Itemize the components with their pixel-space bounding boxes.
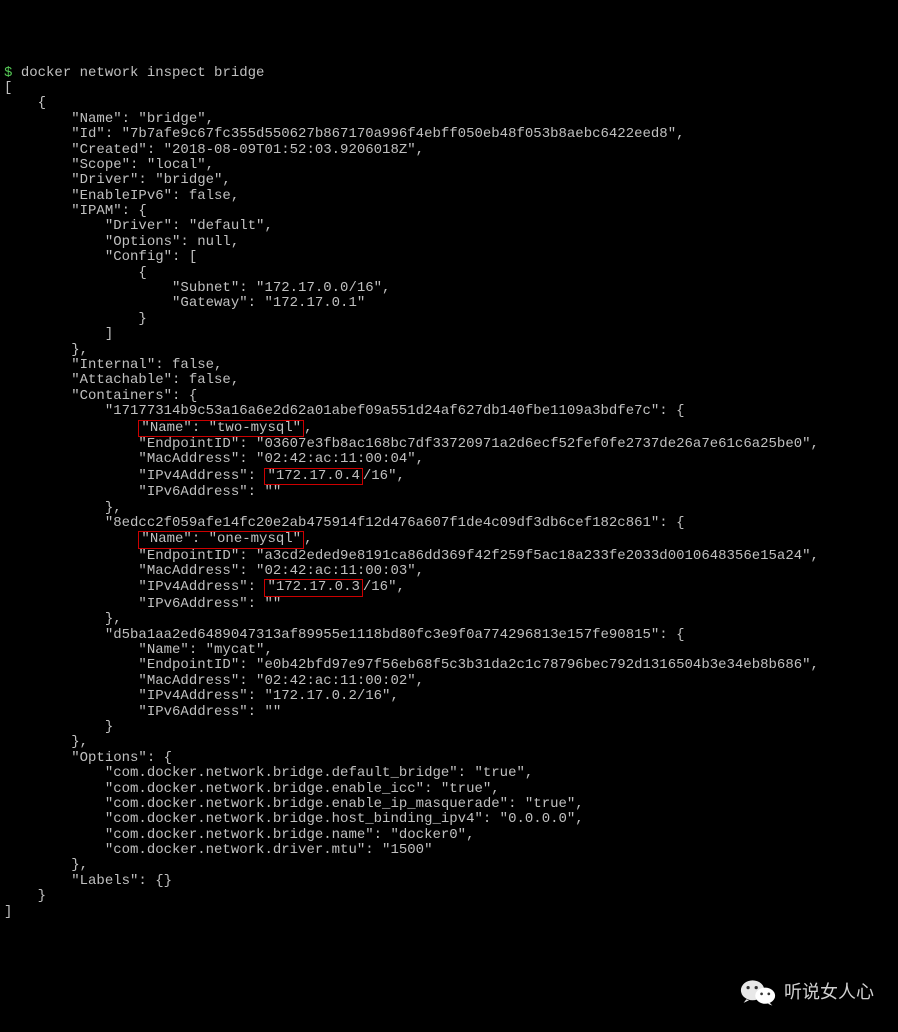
- highlight-two-mysql-name: "Name": "two-mysql": [138, 420, 304, 437]
- terminal-output: $ docker network inspect bridge [ { "Nam…: [4, 66, 894, 920]
- watermark-text: 听说女人心: [784, 983, 874, 1003]
- json-line: "Id": "7b7afe9c67fc355d550627b867170a996…: [4, 126, 685, 142]
- json-line: },: [4, 500, 122, 516]
- json-line: "EndpointID": "e0b42bfd97e97f56eb68f5c3b…: [4, 657, 819, 673]
- json-line: },: [4, 342, 88, 358]
- json-line: "Name": "bridge",: [4, 111, 214, 127]
- json-line: "EndpointID": "a3cd2eded9e8191ca86dd369f…: [4, 548, 819, 564]
- json-line: "IPAM": {: [4, 203, 147, 219]
- json-line: /16",: [363, 468, 405, 484]
- json-line: "IPv4Address":: [4, 579, 264, 595]
- json-line: "Gateway": "172.17.0.1": [4, 295, 365, 311]
- json-line: "com.docker.network.bridge.name": "docke…: [4, 827, 474, 843]
- json-line: "8edcc2f059afe14fc20e2ab475914f12d476a60…: [4, 515, 685, 531]
- json-line: {: [4, 265, 147, 281]
- json-line: "EnableIPv6": false,: [4, 188, 239, 204]
- json-line: "Subnet": "172.17.0.0/16",: [4, 280, 390, 296]
- json-line: }: [4, 719, 113, 735]
- json-line: "Driver": "bridge",: [4, 172, 231, 188]
- highlight-one-mysql-ip: "172.17.0.3: [264, 579, 362, 596]
- json-line: "Name": "mycat",: [4, 642, 273, 658]
- json-line: "MacAddress": "02:42:ac:11:00:02",: [4, 673, 424, 689]
- json-line: "d5ba1aa2ed6489047313af89955e1118bd80fc3…: [4, 627, 685, 643]
- highlight-one-mysql-name: "Name": "one-mysql": [138, 531, 304, 548]
- json-line: },: [4, 734, 88, 750]
- json-line: "Scope": "local",: [4, 157, 214, 173]
- json-line: "Internal": false,: [4, 357, 222, 373]
- json-line: "Driver": "default",: [4, 218, 273, 234]
- wechat-icon: [740, 978, 776, 1008]
- command-text: docker network inspect bridge: [21, 65, 265, 81]
- json-line: ]: [4, 904, 12, 920]
- json-line: },: [4, 611, 122, 627]
- json-line: /16",: [363, 579, 405, 595]
- json-line: }: [4, 311, 147, 327]
- json-line: ,: [304, 531, 312, 547]
- json-line: {: [4, 95, 46, 111]
- json-line: "Created": "2018-08-09T01:52:03.9206018Z…: [4, 142, 424, 158]
- json-line: "Labels": {}: [4, 873, 172, 889]
- json-line: "Attachable": false,: [4, 372, 239, 388]
- json-line: }: [4, 888, 46, 904]
- json-line: "com.docker.network.bridge.host_binding_…: [4, 811, 584, 827]
- json-line: "IPv6Address": "": [4, 704, 281, 720]
- json-line: "EndpointID": "03607e3fb8ac168bc7df33720…: [4, 436, 819, 452]
- json-line: "IPv4Address":: [4, 468, 264, 484]
- json-line: [: [4, 80, 12, 96]
- json-line: [4, 531, 138, 547]
- json-line: ]: [4, 326, 113, 342]
- json-line: "Containers": {: [4, 388, 197, 404]
- json-line: "com.docker.network.driver.mtu": "1500": [4, 842, 432, 858]
- json-line: "MacAddress": "02:42:ac:11:00:03",: [4, 563, 424, 579]
- json-line: "Options": null,: [4, 234, 239, 250]
- json-line: "IPv6Address": "": [4, 596, 281, 612]
- highlight-two-mysql-ip: "172.17.0.4: [264, 468, 362, 485]
- json-line: "MacAddress": "02:42:ac:11:00:04",: [4, 451, 424, 467]
- watermark: 听说女人心: [740, 978, 874, 1008]
- json-line: [4, 420, 138, 436]
- shell-prompt: $: [4, 65, 12, 81]
- json-line: "com.docker.network.bridge.enable_icc": …: [4, 781, 500, 797]
- json-line: },: [4, 857, 88, 873]
- json-line: ,: [304, 420, 312, 436]
- json-line: "com.docker.network.bridge.default_bridg…: [4, 765, 533, 781]
- json-line: "Options": {: [4, 750, 172, 766]
- json-line: "IPv6Address": "": [4, 484, 281, 500]
- json-line: "17177314b9c53a16a6e2d62a01abef09a551d24…: [4, 403, 685, 419]
- json-line: "com.docker.network.bridge.enable_ip_mas…: [4, 796, 584, 812]
- json-line: "Config": [: [4, 249, 197, 265]
- json-line: "IPv4Address": "172.17.0.2/16",: [4, 688, 399, 704]
